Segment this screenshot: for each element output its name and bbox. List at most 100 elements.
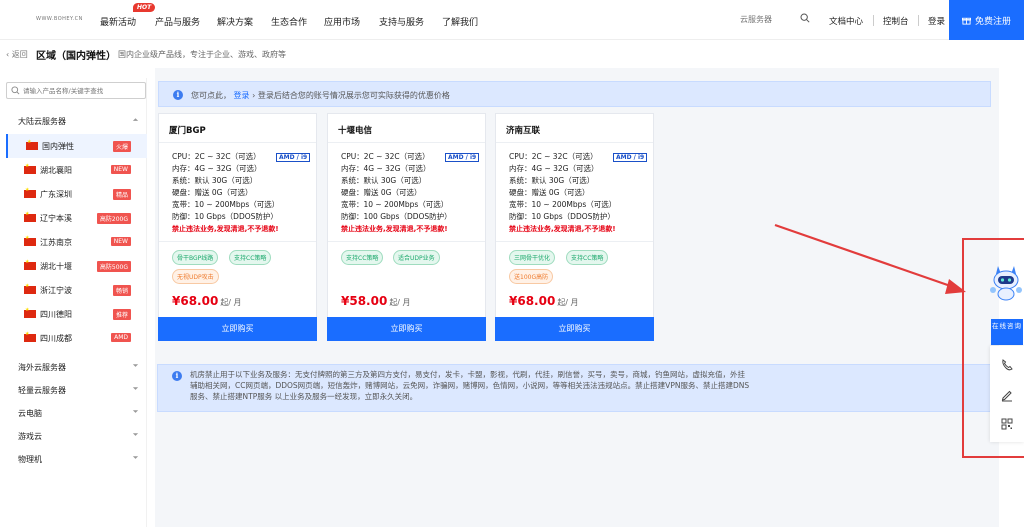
qrcode-icon[interactable] — [1000, 417, 1014, 431]
login-link[interactable]: 登录 — [928, 15, 945, 27]
console-link[interactable]: 控制台 — [883, 15, 909, 27]
online-consult-button[interactable]: 在线咨询 — [991, 319, 1023, 345]
divider — [159, 142, 316, 143]
back-link[interactable]: ‹ 返回 — [6, 49, 28, 60]
nav-products[interactable]: 产品与服务 — [155, 15, 200, 28]
phone-icon[interactable] — [1000, 358, 1014, 372]
sidebar-item-tag: 火爆 — [112, 141, 131, 152]
sidebar-item-hubei-shiyan[interactable]: 湖北十堰 高防500G — [6, 254, 147, 278]
policy-text: 机房禁止用于以下业务及服务：无支付牌照的第三方及第四方支付，易支付，发卡，卡盟，… — [190, 370, 750, 401]
search-icon[interactable] — [800, 13, 810, 23]
spec-disk: 硬盘：赠送 0G（可选） — [341, 188, 422, 197]
card-title: 厦门BGP — [169, 126, 206, 136]
china-flag-icon — [24, 163, 36, 174]
feature-tag: 送100G高防 — [509, 269, 554, 284]
register-button[interactable]: 免费注册 — [949, 0, 1024, 40]
register-label: 免费注册 — [974, 16, 1011, 27]
nav-about[interactable]: 了解我们 — [442, 15, 478, 28]
warning-text: 禁止违法业务,发现清退,不予退款! — [172, 225, 279, 233]
notice-login-link[interactable]: 登录 — [234, 91, 250, 100]
sidebar-item-jiangsu-nanjing[interactable]: 江苏南京 NEW — [6, 230, 147, 254]
top-navigation: WWW.BOHEY.CN 最新活动 HOT 产品与服务 解决方案 生态合作 应用… — [0, 0, 1024, 40]
main-content: i 您可点此， 登录 › 登录后结合您的账号情况展示您可实际获得的优惠价格 厦门… — [155, 68, 999, 527]
china-flag-icon — [24, 283, 36, 294]
nav-solutions[interactable]: 解决方案 — [217, 15, 253, 28]
nav-support[interactable]: 支持与服务 — [379, 15, 424, 28]
china-flag-icon — [24, 331, 36, 342]
spec-cpu: CPU：2C ~ 32C（可选） — [509, 152, 598, 161]
group-game-cloud[interactable]: 游戏云 — [6, 425, 147, 447]
feature-tag: 适合UDP业务 — [393, 250, 440, 265]
sidebar-search-input[interactable] — [7, 83, 145, 98]
group-label: 云电脑 — [18, 409, 42, 418]
spec-cpu: CPU：2C ~ 32C（可选） — [341, 152, 430, 161]
product-card-jinan-interconnect: 济南互联 AMD / i9 CPU：2C ~ 32C（可选） 内存：4G ~ 3… — [495, 113, 654, 341]
price-unit: 起/ 月 — [557, 298, 579, 307]
spec-defense: 防御：10 Gbps（DDOS防护） — [172, 212, 278, 221]
buy-button[interactable]: 立即购买 — [158, 317, 317, 341]
sidebar-item-tag: NEW — [110, 237, 131, 246]
group-overseas-cloud[interactable]: 海外云服务器 — [6, 356, 147, 378]
feature-tag: 支持CC策略 — [566, 250, 609, 265]
sidebar-item-sichuan-deyang[interactable]: 四川德阳 推荐 — [6, 302, 147, 326]
cpu-badge: AMD / i9 — [613, 153, 648, 162]
chevron-down-icon — [132, 433, 139, 436]
sidebar-item-sichuan-chengdu[interactable]: 四川成都 AMD — [6, 326, 147, 350]
chevron-down-icon — [132, 410, 139, 413]
top-search — [728, 10, 816, 28]
search-icon — [11, 86, 20, 95]
spec-system: 系统：默认 30G（可选） — [172, 176, 258, 185]
back-label: 返回 — [11, 50, 28, 59]
sidebar-item-hubei-xiangyang[interactable]: 湖北襄阳 NEW — [6, 158, 147, 182]
site-logo[interactable]: WWW.BOHEY.CN — [36, 16, 83, 22]
robot-mascot-icon[interactable] — [989, 262, 1023, 302]
chevron-down-icon — [132, 456, 139, 459]
feature-tag: 支持CC策略 — [229, 250, 272, 265]
sidebar-item-label: 国内弹性 — [42, 142, 74, 151]
divider — [328, 241, 485, 242]
china-flag-icon — [24, 259, 36, 270]
sidebar-search — [6, 82, 146, 99]
sidebar-item-label: 四川成都 — [40, 334, 72, 343]
feature-tag: 三网骨干优化 — [509, 250, 556, 265]
sidebar-item-guangdong-shenzhen[interactable]: 广东深圳 精品 — [6, 182, 147, 206]
group-label: 游戏云 — [18, 432, 42, 441]
notice-suffix: 登录后结合您的账号情况展示您可实际获得的优惠价格 — [257, 91, 450, 100]
china-flag-icon — [26, 139, 38, 150]
gift-icon — [961, 17, 971, 25]
product-card-shiyan-telecom: 十堰电信 AMD / i9 CPU：2C ~ 32C（可选） 内存：4G ~ 3… — [327, 113, 486, 341]
group-cloud-pc[interactable]: 云电脑 — [6, 402, 147, 424]
spec-memory: 内存：4G ~ 32G（可选） — [172, 164, 262, 173]
floating-service-panel: 在线咨询 — [962, 238, 1024, 458]
divider — [918, 15, 919, 26]
china-flag-icon — [24, 187, 36, 198]
buy-button[interactable]: 立即购买 — [495, 317, 654, 341]
sidebar-item-domestic-elastic[interactable]: 国内弹性 火爆 — [6, 134, 147, 158]
docs-link[interactable]: 文档中心 — [829, 15, 863, 27]
buy-button[interactable]: 立即购买 — [327, 317, 486, 341]
price-value: ¥68.00 — [172, 294, 219, 308]
group-light-cloud[interactable]: 轻量云服务器 — [6, 379, 147, 401]
card-title: 十堰电信 — [338, 126, 373, 136]
sidebar-item-zhejiang-ningbo[interactable]: 浙江宁波 畅销 — [6, 278, 147, 302]
edit-icon[interactable] — [1000, 388, 1014, 402]
sidebar-item-liaoning-benxi[interactable]: 辽宁本溪 高防200G — [6, 206, 147, 230]
nav-ecosystem[interactable]: 生态合作 — [271, 15, 307, 28]
sidebar-item-tag: AMD — [111, 333, 131, 342]
divider — [159, 241, 316, 242]
info-icon: i — [173, 90, 183, 100]
feature-tag: 骨干BGP线路 — [172, 250, 219, 265]
group-mainland-cloud[interactable]: 大陆云服务器 — [6, 110, 147, 132]
spec-defense: 防御：100 Gbps（DDOS防护） — [341, 212, 452, 221]
price-unit: 起/ 月 — [389, 298, 411, 307]
group-physical-machine[interactable]: 物理机 — [6, 448, 147, 470]
policy-notice: i 机房禁止用于以下业务及服务：无支付牌照的第三方及第四方支付，易支付，发卡，卡… — [157, 364, 992, 412]
product-sidebar: 大陆云服务器 国内弹性 火爆 湖北襄阳 NEW 广东深圳 精品 辽宁本溪 高防2… — [6, 78, 147, 527]
nav-app-market[interactable]: 应用市场 — [324, 15, 360, 28]
chevron-down-icon — [132, 387, 139, 390]
price-value: ¥58.00 — [341, 294, 388, 308]
feature-tag: 支持CC策略 — [341, 250, 384, 265]
sidebar-item-label: 浙江宁波 — [40, 286, 72, 295]
nav-latest-activity[interactable]: 最新活动 — [100, 15, 136, 28]
tool-panel — [990, 346, 1024, 442]
